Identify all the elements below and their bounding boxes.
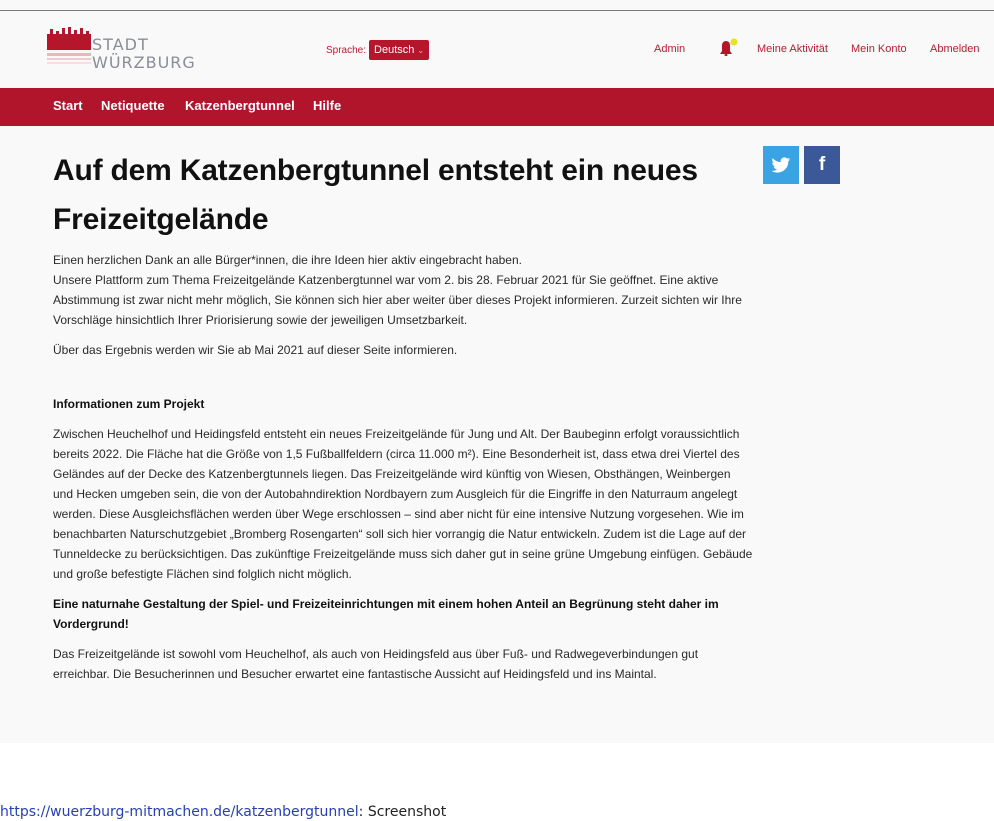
intro-text: Unsere Plattform zum Thema Freizeitgelän… [53,273,742,327]
main-navigation: Start Netiquette Katzenbergtunnel Hilfe [0,88,994,126]
logo-wordmark: STADT WÜRZBURG [92,36,196,72]
language-switcher: Sprache: Deutsch ⌄ [326,40,430,60]
source-link[interactable]: https://wuerzburg-mitmachen.de/katzenber… [0,804,359,820]
notification-bell-icon[interactable] [716,38,740,60]
screenshot-caption: https://wuerzburg-mitmachen.de/katzenber… [0,803,446,821]
language-label: Sprache: [326,44,367,56]
twitter-icon [771,156,791,173]
page-title: Auf dem Katzenbergtunnel entsteht ein ne… [53,154,698,236]
nav-item-hilfe[interactable]: Hilfe [313,98,341,113]
section-heading: Informationen zum Projekt [53,397,205,411]
twitter-share-button[interactable] [763,146,799,184]
thanks-text: Einen herzlichen Dank an alle Bürger*inn… [53,253,522,267]
result-note: Über das Ergebnis werden wir Sie ab Mai … [53,343,458,357]
language-value: Deutsch [374,44,415,56]
logo-line-stadt: STADT [92,35,149,54]
access-text: Das Freizeitgelände ist sowohl vom Heuch… [53,647,699,681]
wuerzburg-crest-icon [47,27,91,64]
page-screenshot: STADT WÜRZBURG Sprache: Deutsch ⌄ Admin … [0,0,994,743]
nav-item-netiquette[interactable]: Netiquette [101,98,165,113]
site-header: STADT WÜRZBURG Sprache: Deutsch ⌄ Admin … [0,11,994,87]
chevron-down-icon: ⌄ [417,45,425,55]
my-activity-link[interactable]: Meine Aktivität [757,43,828,55]
language-select[interactable]: Deutsch ⌄ [369,40,430,60]
admin-link[interactable]: Admin [654,43,685,55]
emphasis-text: Eine naturnahe Gestaltung der Spiel- und… [53,597,719,631]
caption-suffix: : Screenshot [358,804,447,820]
article: Auf dem Katzenbergtunnel entsteht ein ne… [53,146,753,684]
nav-item-katzenbergtunnel[interactable]: Katzenbergtunnel [185,98,295,113]
city-logo[interactable]: STADT WÜRZBURG [47,27,197,77]
logout-link[interactable]: Abmelden [930,43,980,55]
facebook-share-button[interactable]: f [804,146,840,184]
section-body: Zwischen Heuchelhof und Heidingsfeld ent… [53,427,753,581]
nav-item-start[interactable]: Start [53,98,83,113]
logo-line-wuerzburg: WÜRZBURG [92,53,196,72]
facebook-icon: f [818,154,826,175]
my-account-link[interactable]: Mein Konto [851,43,907,55]
